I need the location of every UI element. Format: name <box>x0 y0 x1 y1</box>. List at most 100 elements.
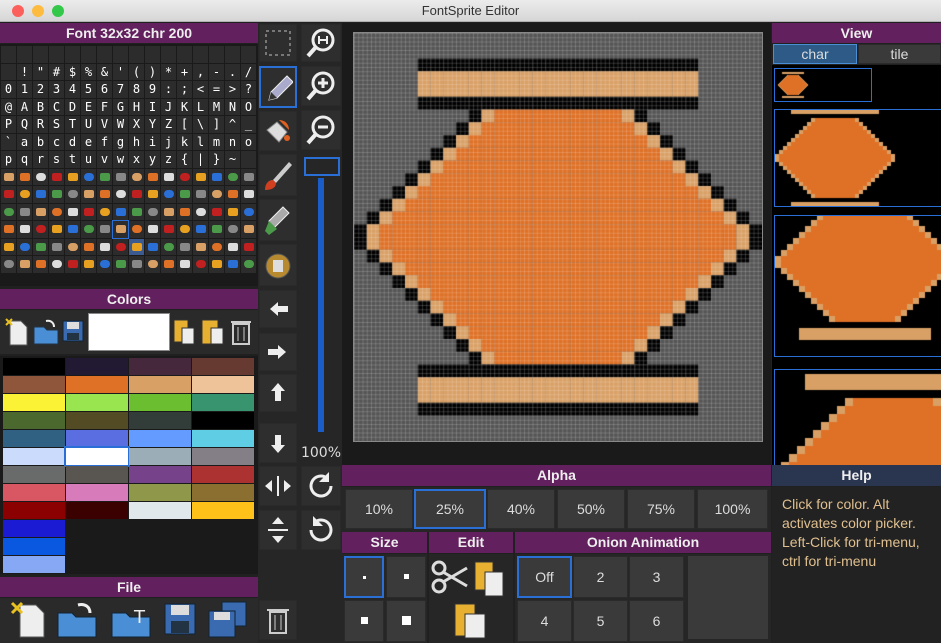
font-char-cell[interactable]: o <box>241 133 256 150</box>
pixel-editor-canvas[interactable] <box>353 32 763 442</box>
font-char-cell[interactable] <box>145 186 160 203</box>
font-char-cell[interactable] <box>65 203 80 220</box>
rotate-cw-button[interactable] <box>301 466 341 506</box>
palette-swatch[interactable] <box>129 358 191 375</box>
palette-swatch[interactable] <box>3 376 65 393</box>
save-file-icon[interactable] <box>164 603 196 635</box>
font-char-cell[interactable]: B <box>33 98 48 115</box>
font-char-cell[interactable]: j <box>161 133 176 150</box>
font-char-cell[interactable] <box>49 238 64 255</box>
font-char-cell[interactable] <box>81 256 96 273</box>
font-char-cell[interactable]: % <box>81 63 96 80</box>
font-char-cell[interactable] <box>129 203 144 220</box>
palette-swatch[interactable] <box>192 466 254 483</box>
font-char-cell[interactable] <box>177 238 192 255</box>
font-char-cell[interactable] <box>225 238 240 255</box>
open-file-icon[interactable] <box>56 601 100 639</box>
font-char-cell[interactable]: T <box>65 116 80 133</box>
minimize-window-button[interactable] <box>32 5 44 17</box>
font-char-cell[interactable]: } <box>209 151 224 168</box>
palette-swatch[interactable] <box>3 466 65 483</box>
font-char-cell[interactable]: ! <box>17 63 32 80</box>
font-char-cell[interactable] <box>49 221 64 238</box>
font-char-cell[interactable] <box>17 186 32 203</box>
font-char-cell[interactable]: K <box>177 98 192 115</box>
font-char-cell[interactable] <box>193 221 208 238</box>
font-char-cell[interactable]: 2 <box>33 81 48 98</box>
font-char-cell[interactable]: ? <box>241 81 256 98</box>
size-2-button[interactable] <box>386 556 426 598</box>
font-char-cell[interactable] <box>193 186 208 203</box>
current-color-preview[interactable] <box>88 313 170 351</box>
font-char-cell[interactable]: I <box>145 98 160 115</box>
font-char-cell[interactable] <box>225 46 240 63</box>
font-char-cell[interactable]: f <box>97 133 112 150</box>
font-char-cell[interactable] <box>49 46 64 63</box>
font-char-cell[interactable] <box>209 256 224 273</box>
font-char-cell[interactable]: b <box>33 133 48 150</box>
palette-swatch[interactable] <box>129 484 191 501</box>
font-char-cell[interactable] <box>145 46 160 63</box>
font-char-cell[interactable] <box>65 46 80 63</box>
new-file-icon[interactable] <box>10 601 46 639</box>
size-4-button[interactable] <box>386 600 426 642</box>
font-char-cell[interactable] <box>33 186 48 203</box>
font-char-cell[interactable]: e <box>81 133 96 150</box>
alpha-option-100[interactable]: 100% <box>697 489 768 529</box>
palette-swatch[interactable] <box>192 502 254 519</box>
select-tool-button[interactable] <box>259 24 297 62</box>
font-char-cell[interactable]: M <box>209 98 224 115</box>
font-char-cell[interactable]: p <box>1 151 16 168</box>
font-char-cell[interactable]: N <box>225 98 240 115</box>
palette-swatch[interactable] <box>3 520 65 537</box>
font-char-cell[interactable] <box>209 46 224 63</box>
font-char-cell[interactable]: 8 <box>129 81 144 98</box>
font-char-cell[interactable]: s <box>49 151 64 168</box>
font-char-cell[interactable]: i <box>145 133 160 150</box>
font-char-cell[interactable] <box>225 221 240 238</box>
font-char-cell[interactable] <box>17 203 32 220</box>
alpha-option-40[interactable]: 40% <box>487 489 555 529</box>
font-char-cell[interactable]: n <box>225 133 240 150</box>
font-char-cell[interactable] <box>225 186 240 203</box>
font-char-cell[interactable]: [ <box>177 116 192 133</box>
font-char-cell[interactable]: X <box>129 116 144 133</box>
palette-swatch[interactable] <box>3 394 65 411</box>
font-char-cell[interactable] <box>209 203 224 220</box>
font-char-cell[interactable]: * <box>161 63 176 80</box>
font-char-cell[interactable] <box>97 203 112 220</box>
font-char-cell[interactable]: l <box>193 133 208 150</box>
font-char-cell[interactable]: ` <box>1 133 16 150</box>
palette-swatch[interactable] <box>129 376 191 393</box>
palette-swatch[interactable] <box>66 466 128 483</box>
zoom-fit-button[interactable] <box>301 24 341 62</box>
font-char-cell[interactable] <box>129 238 144 255</box>
font-char-cell[interactable] <box>1 203 16 220</box>
font-char-cell[interactable] <box>129 256 144 273</box>
font-char-cell[interactable] <box>112 220 129 239</box>
font-char-cell[interactable] <box>1 238 16 255</box>
font-char-cell[interactable] <box>145 238 160 255</box>
font-char-cell[interactable] <box>81 203 96 220</box>
palette-swatch[interactable] <box>66 502 128 519</box>
font-char-cell[interactable]: G <box>113 98 128 115</box>
font-char-cell[interactable] <box>209 221 224 238</box>
font-char-cell[interactable]: ) <box>145 63 160 80</box>
import-file-icon[interactable]: T <box>110 601 154 639</box>
font-char-cell[interactable]: z <box>161 151 176 168</box>
font-char-cell[interactable] <box>145 221 160 238</box>
font-char-cell[interactable] <box>241 46 256 63</box>
open-palette-icon[interactable] <box>32 317 60 347</box>
size-3-button[interactable] <box>344 600 384 642</box>
font-char-cell[interactable] <box>113 256 128 273</box>
flip-horizontal-button[interactable] <box>259 466 297 506</box>
font-char-cell[interactable] <box>145 203 160 220</box>
font-char-cell[interactable]: q <box>17 151 32 168</box>
font-char-cell[interactable] <box>97 221 112 238</box>
font-char-cell[interactable]: d <box>65 133 80 150</box>
font-char-cell[interactable] <box>97 186 112 203</box>
font-char-cell[interactable] <box>17 46 32 63</box>
font-char-cell[interactable]: g <box>113 133 128 150</box>
font-char-cell[interactable]: $ <box>65 63 80 80</box>
palette-swatch[interactable] <box>66 376 128 393</box>
